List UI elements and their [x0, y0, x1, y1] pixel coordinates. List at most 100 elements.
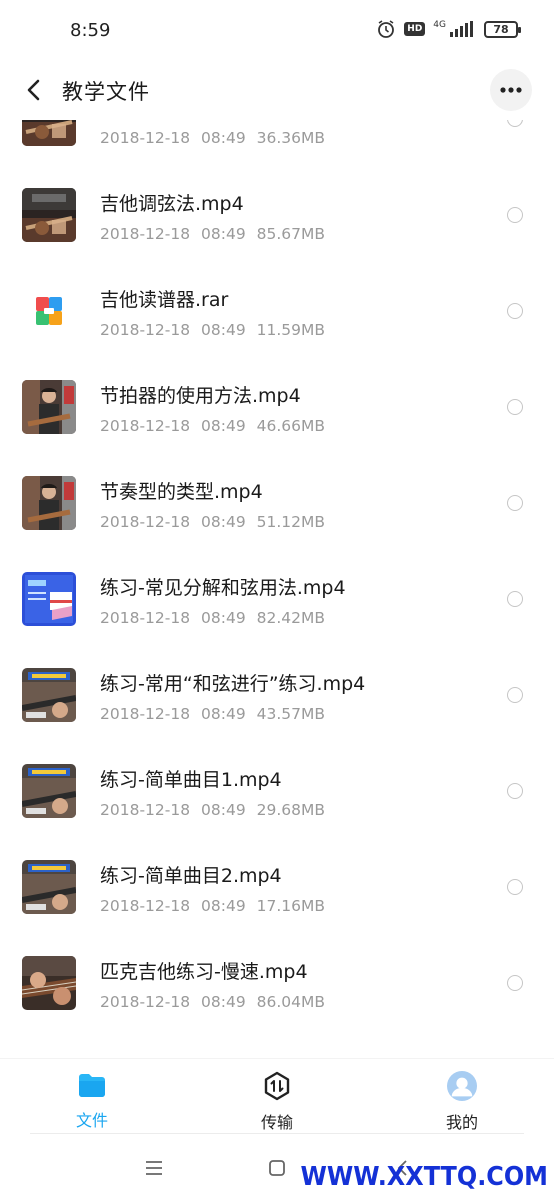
tab-files-label: 文件	[75, 1111, 108, 1130]
signal-icon	[450, 21, 476, 37]
file-date: 2018-12-18	[100, 321, 191, 339]
file-name: 节奏型的类型.mp4	[100, 481, 263, 503]
avatar-icon	[447, 1071, 477, 1101]
video-thumbnail	[22, 120, 76, 146]
file-size: 86.04MB	[256, 993, 326, 1011]
file-row[interactable]: 练习-简单曲目1.mp4 2018-12-18 08:49 29.68MB	[0, 743, 554, 839]
file-date: 2018-12-18	[100, 513, 191, 531]
select-radio[interactable]	[507, 303, 523, 319]
file-size: 11.59MB	[256, 321, 326, 339]
app-header: 教学文件	[0, 60, 554, 120]
file-date: 2018-12-18	[100, 225, 191, 243]
more-dots-icon	[500, 87, 522, 93]
file-name: 匹克吉他练习-慢速.mp4	[100, 961, 308, 983]
video-thumbnail	[22, 572, 76, 626]
select-radio[interactable]	[507, 879, 523, 895]
file-row[interactable]: 2018-12-18 08:49 36.36MB	[0, 120, 554, 167]
battery-indicator: 78	[484, 20, 521, 38]
video-thumbnail	[22, 956, 76, 1010]
file-name: 吉他读谱器.rar	[100, 289, 229, 311]
file-date: 2018-12-18	[100, 129, 191, 147]
tab-profile[interactable]: 我的	[402, 1071, 522, 1133]
tab-profile-label: 我的	[445, 1113, 478, 1132]
file-size: 51.12MB	[256, 513, 326, 531]
file-row[interactable]: 吉他调弦法.mp4 2018-12-18 08:49 85.67MB	[0, 167, 554, 263]
file-size: 85.67MB	[256, 225, 326, 243]
file-size: 43.57MB	[256, 705, 326, 723]
file-time: 08:49	[201, 321, 246, 339]
chevron-left-icon	[27, 79, 40, 101]
file-time: 08:49	[201, 225, 246, 243]
bottom-nav: 文件 传输 我的	[0, 1058, 554, 1134]
file-row[interactable]: 练习-简单曲目2.mp4 2018-12-18 08:49 17.16MB	[0, 839, 554, 935]
file-date: 2018-12-18	[100, 705, 191, 723]
file-size: 46.66MB	[256, 417, 326, 435]
file-time: 08:49	[201, 513, 246, 531]
video-thumbnail	[22, 380, 76, 434]
tab-files[interactable]: 文件	[32, 1071, 152, 1133]
home-button[interactable]	[265, 1156, 289, 1180]
page-title: 教学文件	[62, 80, 150, 104]
file-row[interactable]: 匹克吉他练习-慢速.mp4 2018-12-18 08:49 86.04MB	[0, 935, 554, 1031]
video-thumbnail	[22, 668, 76, 722]
file-meta: 2018-12-18 08:49 43.57MB	[100, 705, 325, 723]
more-button[interactable]	[490, 69, 532, 111]
select-radio[interactable]	[507, 975, 523, 991]
select-radio[interactable]	[507, 399, 523, 415]
select-radio[interactable]	[507, 207, 523, 223]
select-radio[interactable]	[507, 687, 523, 703]
file-meta: 2018-12-18 08:49 29.68MB	[100, 801, 325, 819]
file-list[interactable]: 2018-12-18 08:49 36.36MB 吉他调弦法.mp4 2018-12…	[0, 120, 554, 1060]
file-name: 练习-常见分解和弦用法.mp4	[100, 577, 346, 599]
file-date: 2018-12-18	[100, 609, 191, 627]
file-name: 练习-常用“和弦进行”练习.mp4	[100, 673, 366, 695]
file-meta: 2018-12-18 08:49 86.04MB	[100, 993, 325, 1011]
video-thumbnail	[22, 764, 76, 818]
tab-transfer[interactable]: 传输	[217, 1071, 337, 1133]
file-size: 29.68MB	[256, 801, 326, 819]
file-meta: 2018-12-18 08:49 17.16MB	[100, 897, 325, 915]
file-name: 练习-简单曲目1.mp4	[100, 769, 282, 791]
file-row[interactable]: 练习-常见分解和弦用法.mp4 2018-12-18 08:49 82.42MB	[0, 551, 554, 647]
file-date: 2018-12-18	[100, 801, 191, 819]
file-meta: 2018-12-18 08:49 36.36MB	[100, 129, 325, 147]
file-time: 08:49	[201, 129, 246, 147]
file-meta: 2018-12-18 08:49 51.12MB	[100, 513, 325, 531]
select-radio[interactable]	[507, 591, 523, 607]
file-size: 82.42MB	[256, 609, 326, 627]
home-icon	[269, 1160, 285, 1176]
file-row[interactable]: 练习-常用“和弦进行”练习.mp4 2018-12-18 08:49 43.57M…	[0, 647, 554, 743]
menu-button[interactable]	[142, 1156, 166, 1180]
back-button[interactable]	[18, 74, 50, 106]
folder-icon	[79, 1074, 105, 1097]
file-name: 吉他调弦法.mp4	[100, 193, 244, 215]
file-time: 08:49	[201, 417, 246, 435]
file-row[interactable]: 节拍器的使用方法.mp4 2018-12-18 08:49 46.66MB	[0, 359, 554, 455]
hd-badge: HD	[404, 22, 426, 36]
file-size: 36.36MB	[256, 129, 326, 147]
select-radio[interactable]	[507, 783, 523, 799]
file-time: 08:49	[201, 609, 246, 627]
file-time: 08:49	[201, 705, 246, 723]
network-label: 4G	[433, 19, 446, 30]
file-meta: 2018-12-18 08:49 82.42MB	[100, 609, 325, 627]
select-radio[interactable]	[507, 495, 523, 511]
file-name: 节拍器的使用方法.mp4	[100, 385, 301, 407]
file-date: 2018-12-18	[100, 417, 191, 435]
tab-transfer-label: 传输	[260, 1113, 293, 1132]
file-row[interactable]: 吉他读谱器.rar 2018-12-18 08:49 11.59MB	[0, 263, 554, 359]
file-meta: 2018-12-18 08:49 11.59MB	[100, 321, 325, 339]
file-date: 2018-12-18	[100, 993, 191, 1011]
file-time: 08:49	[201, 801, 246, 819]
video-thumbnail	[22, 188, 76, 242]
file-size: 17.16MB	[256, 897, 326, 915]
transfer-icon	[264, 1071, 290, 1101]
video-thumbnail	[22, 860, 76, 914]
archive-file-icon	[22, 284, 76, 338]
file-meta: 2018-12-18 08:49 85.67MB	[100, 225, 325, 243]
watermark: WWW.XXTTQ.COM	[300, 1162, 548, 1192]
status-icons: HD 4G 78	[376, 19, 521, 39]
select-radio[interactable]	[507, 120, 523, 127]
file-date: 2018-12-18	[100, 897, 191, 915]
file-row[interactable]: 节奏型的类型.mp4 2018-12-18 08:49 51.12MB	[0, 455, 554, 551]
